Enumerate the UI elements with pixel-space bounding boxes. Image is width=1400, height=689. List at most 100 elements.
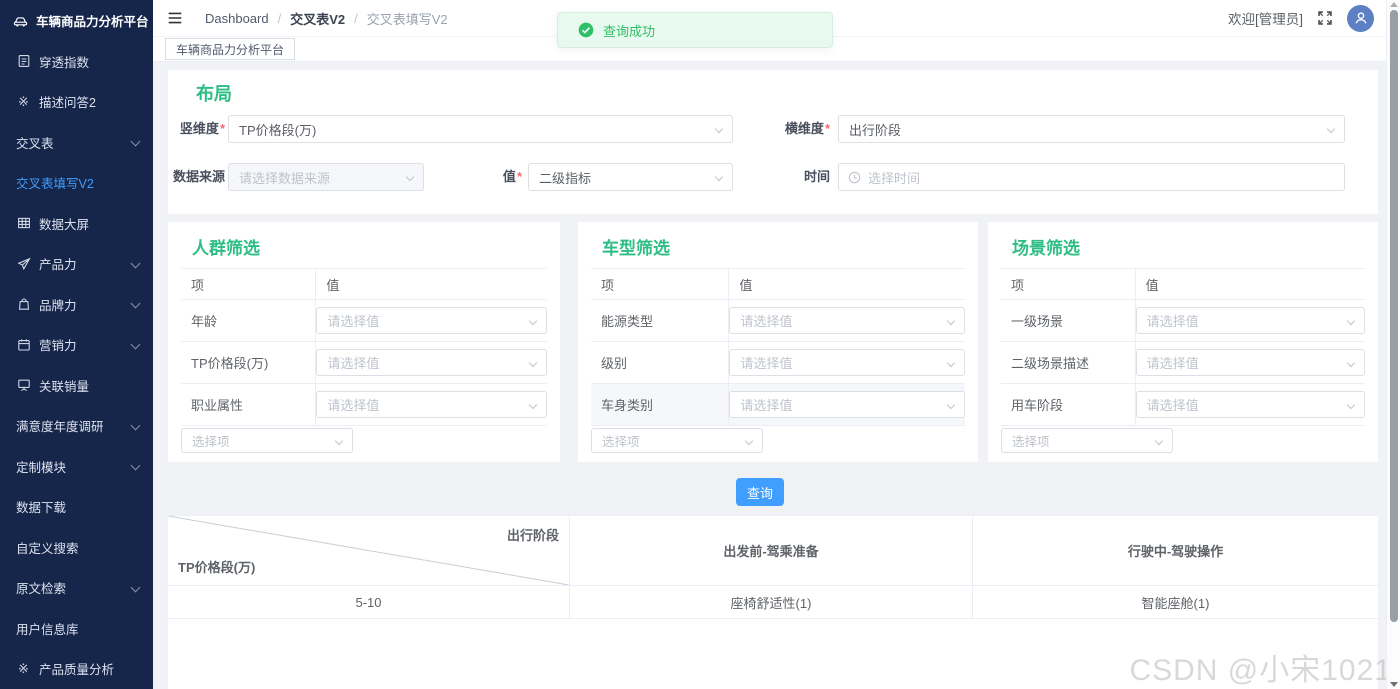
value-label: 值* [468, 163, 522, 191]
breadcrumb-crosstab-v2[interactable]: 交叉表V2 [290, 9, 345, 28]
sidebar-item-data-download[interactable]: 数据下载 [0, 487, 153, 528]
sidebar-item-satisfaction-survey[interactable]: 满意度年度调研 [0, 406, 153, 447]
energy-type-value-select[interactable]: 请选择值 [729, 307, 965, 334]
col-header-item: 项 [591, 269, 730, 299]
time-input[interactable]: 选择时间 [838, 163, 1345, 191]
required-mark: * [516, 169, 522, 184]
scrollbar-thumb[interactable] [1390, 10, 1398, 622]
vertical-scrollbar[interactable] [1386, 0, 1400, 689]
select-placeholder: 请选择值 [740, 314, 793, 329]
input-placeholder: 选择时间 [868, 170, 921, 186]
scroll-up-arrow-icon[interactable] [1390, 2, 1398, 7]
sidebar-item-label: 关联销量 [39, 379, 90, 394]
sidebar-item-brand-power[interactable]: 品牌力 [0, 284, 153, 325]
filter-row-label: 一级场景 [1001, 300, 1136, 341]
chevron-down-icon [528, 358, 538, 368]
horizontal-dim-select[interactable]: 出行阶段 [838, 115, 1345, 143]
level-value-select[interactable]: 请选择值 [729, 349, 965, 376]
filter-row-scene-l1: 一级场景 请选择值 [1001, 300, 1365, 342]
sidebar-item-label: 自定义搜索 [16, 541, 79, 556]
sidebar-item-label: 产品力 [39, 258, 77, 273]
fullscreen-icon[interactable] [1317, 10, 1333, 26]
sidebar-item-label: 交叉表填写V2 [16, 177, 94, 192]
occupation-value-select[interactable]: 请选择值 [316, 391, 547, 418]
col-header-value: 值 [326, 277, 340, 293]
chevron-down-icon [1346, 358, 1356, 368]
scroll-down-arrow-icon[interactable] [1390, 682, 1398, 687]
sidebar-item-penetration-index[interactable]: 穿透指数 [0, 41, 153, 82]
select-value: 二级指标 [539, 170, 592, 186]
chevron-down-icon [130, 258, 141, 268]
main-content: 布局 竖维度* TP价格段(万) 横维度* 出行阶段 数据来源 请选择数据来源 … [153, 62, 1400, 689]
chevron-down-icon [528, 400, 538, 410]
tp-price-value-select[interactable]: 请选择值 [316, 349, 547, 376]
sidebar-item-related-sales[interactable]: 关联销量 [0, 365, 153, 406]
select-value: 出行阶段 [849, 122, 902, 138]
data-cell: 座椅舒适性(1) [570, 586, 973, 619]
vehicle-item-select[interactable]: 选择项 [591, 428, 763, 453]
filter-row-label: 职业属性 [181, 384, 317, 425]
chevron-down-icon [130, 420, 141, 430]
chevron-down-icon [528, 316, 538, 326]
select-placeholder: 选择项 [192, 435, 230, 449]
chevron-down-icon [405, 172, 415, 182]
menu-fold-icon[interactable] [167, 10, 183, 26]
filter-table-header: 项 值 [591, 269, 965, 300]
filter-row-label: TP价格段(万) [181, 342, 317, 383]
select-placeholder: 选择项 [1012, 435, 1050, 449]
sidebar-item-crosstab-fill-v2[interactable]: 交叉表填写V2 [0, 163, 153, 204]
filter-table-header: 项 值 [1001, 269, 1365, 300]
breadcrumb-current: 交叉表填写V2 [366, 11, 448, 27]
scene-add-item: 选择项 [1001, 428, 1173, 453]
sidebar-item-user-info-db[interactable]: 用户信息库 [0, 608, 153, 649]
scene-filter-title: 场景筛选 [1012, 239, 1080, 258]
required-mark: * [219, 121, 225, 136]
corner-row-dimension: TP价格段(万) [178, 560, 256, 575]
body-type-value-select[interactable]: 请选择值 [729, 391, 965, 418]
scene-item-select[interactable]: 选择项 [1001, 428, 1173, 453]
vertical-dim-select[interactable]: TP价格段(万) [228, 115, 733, 143]
sidebar-item-crosstab[interactable]: 交叉表 [0, 122, 153, 163]
avatar[interactable] [1347, 4, 1374, 32]
crowd-item-select[interactable]: 选择项 [181, 428, 353, 453]
sidebar-item-fulltext-search[interactable]: 原文检索 [0, 568, 153, 609]
sidebar-item-custom-search[interactable]: 自定义搜索 [0, 527, 153, 568]
usage-stage-value-select[interactable]: 请选择值 [1135, 391, 1365, 418]
sidebar-item-data-screen[interactable]: 数据大屏 [0, 203, 153, 244]
sidebar-item-custom-module[interactable]: 定制模块 [0, 446, 153, 487]
sidebar-item-product-quality[interactable]: ※ 产品质量分析 [0, 649, 153, 689]
scene-l1-value-select[interactable]: 请选择值 [1135, 307, 1365, 334]
filter-row-scene-l2: 二级场景描述 请选择值 [1001, 342, 1365, 384]
tab-vehicle-platform[interactable]: 车辆商品力分析平台 [165, 38, 296, 60]
data-source-select[interactable]: 请选择数据来源 [228, 163, 424, 191]
result-table: 出行阶段 TP价格段(万) 出发前-驾乘准备 行驶中-驾驶操作 5-10 座椅舒… [168, 515, 1378, 689]
chevron-down-icon [1346, 316, 1356, 326]
chevron-down-icon [946, 358, 956, 368]
clock-icon [848, 171, 861, 184]
vertical-dim-label: 竖维度* [168, 115, 225, 143]
chevron-down-icon [130, 298, 141, 309]
chevron-down-icon [744, 436, 754, 446]
scene-l2-value-select[interactable]: 请选择值 [1135, 349, 1365, 376]
sidebar-item-describe-qa2[interactable]: ※ 描述问答2 [0, 82, 153, 123]
query-button[interactable]: 查询 [736, 478, 784, 506]
filter-row-label: 级别 [591, 342, 730, 383]
sidebar-item-product-power[interactable]: 产品力 [0, 244, 153, 285]
bag-icon [16, 297, 31, 312]
sidebar-item-label: 用户信息库 [16, 622, 79, 637]
select-placeholder: 请选择值 [327, 314, 380, 329]
chevron-down-icon [1154, 436, 1164, 446]
label-text: 时间 [803, 169, 830, 184]
corner-col-dimension: 出行阶段 [506, 528, 559, 543]
age-value-select[interactable]: 请选择值 [316, 307, 547, 334]
table-row: 5-10 座椅舒适性(1) 智能座舱(1) [168, 586, 1378, 619]
calendar-icon [16, 337, 31, 352]
value-select[interactable]: 二级指标 [528, 163, 733, 191]
filter-row-label: 用车阶段 [1001, 384, 1136, 425]
sidebar-item-marketing-power[interactable]: 营销力 [0, 325, 153, 366]
chevron-down-icon [334, 436, 344, 446]
breadcrumb-dashboard[interactable]: Dashboard [205, 11, 269, 26]
select-placeholder: 请选择值 [1146, 398, 1199, 413]
car-icon [13, 13, 28, 28]
result-table-header: 出行阶段 TP价格段(万) 出发前-驾乘准备 行驶中-驾驶操作 [168, 516, 1378, 586]
